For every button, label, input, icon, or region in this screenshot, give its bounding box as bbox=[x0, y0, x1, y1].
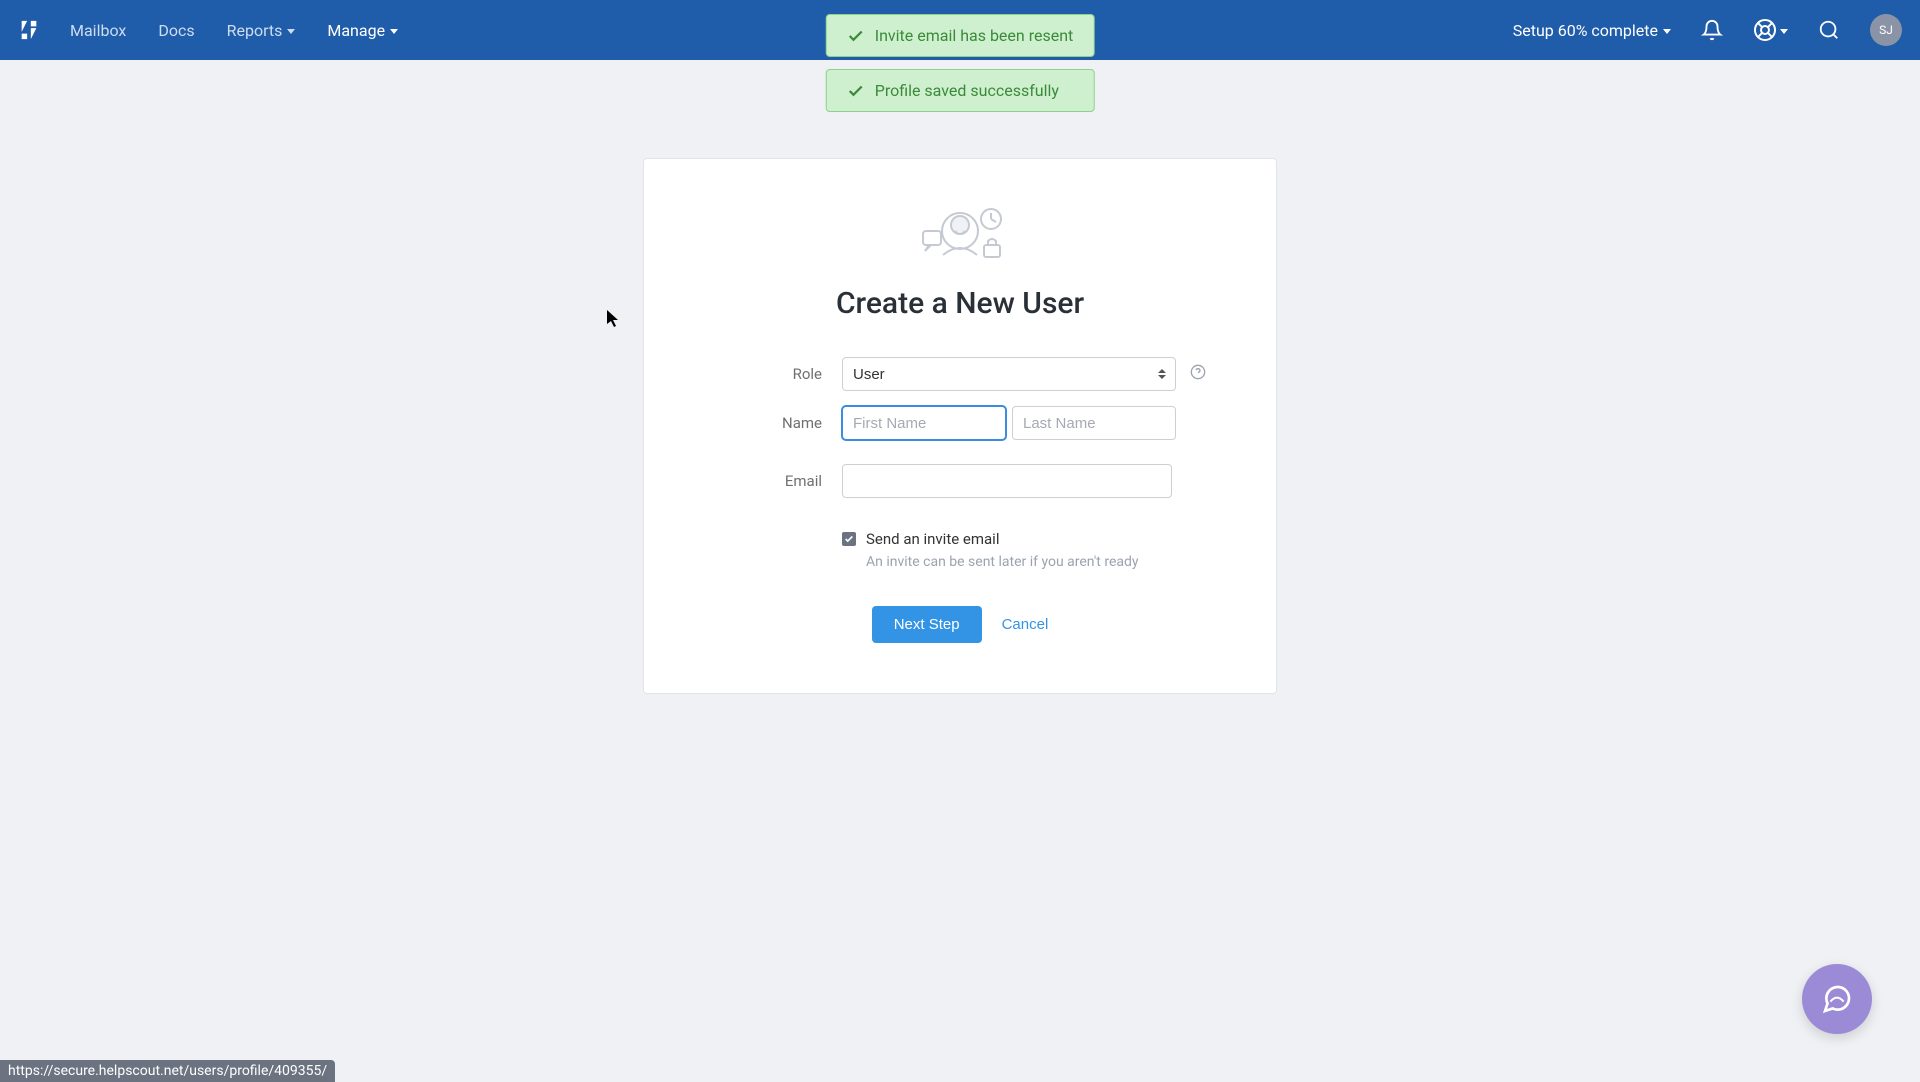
url-preview: https://secure.helpscout.net/users/profi… bbox=[0, 1060, 335, 1082]
card-title: Create a New User bbox=[694, 286, 1226, 321]
chevron-down-icon bbox=[1663, 29, 1671, 34]
check-icon bbox=[847, 27, 865, 45]
cancel-button[interactable]: Cancel bbox=[1002, 616, 1049, 633]
invite-checkbox[interactable] bbox=[842, 532, 856, 546]
button-row: Next Step Cancel bbox=[694, 606, 1226, 643]
logo-icon[interactable] bbox=[18, 19, 40, 41]
help-fab-button[interactable] bbox=[1802, 964, 1872, 1034]
nav-items: Mailbox Docs Reports Manage bbox=[70, 21, 398, 40]
check-icon bbox=[847, 82, 865, 100]
chevron-down-icon bbox=[1780, 29, 1788, 34]
toast-profile-saved: Profile saved successfully bbox=[826, 69, 1095, 112]
search-icon[interactable] bbox=[1818, 19, 1840, 41]
role-label: Role bbox=[694, 365, 842, 383]
invite-checkbox-row: Send an invite email An invite can be se… bbox=[694, 530, 1226, 570]
email-label: Email bbox=[694, 472, 842, 490]
help-icon[interactable] bbox=[1753, 18, 1788, 42]
cursor-icon bbox=[607, 310, 621, 332]
check-icon bbox=[844, 534, 854, 544]
role-row: Role User bbox=[694, 357, 1226, 391]
nav-manage[interactable]: Manage bbox=[327, 21, 398, 40]
user-illustration-icon bbox=[694, 203, 1226, 268]
chat-icon bbox=[1821, 983, 1853, 1015]
setup-status-dropdown[interactable]: Setup 60% complete bbox=[1513, 21, 1671, 40]
nav-mailbox[interactable]: Mailbox bbox=[70, 21, 126, 40]
create-user-card: Create a New User Role User Name bbox=[643, 158, 1277, 694]
topbar-right: Setup 60% complete bbox=[1513, 14, 1902, 46]
email-input[interactable] bbox=[842, 464, 1172, 498]
role-select[interactable]: User bbox=[842, 357, 1176, 391]
chevron-down-icon bbox=[390, 29, 398, 34]
nav-docs[interactable]: Docs bbox=[158, 21, 194, 40]
notifications-icon[interactable] bbox=[1701, 19, 1723, 41]
last-name-input[interactable] bbox=[1012, 406, 1176, 440]
name-row: Name bbox=[694, 406, 1226, 440]
invite-checkbox-label: Send an invite email bbox=[866, 530, 999, 548]
user-avatar[interactable]: SJ bbox=[1870, 14, 1902, 46]
toast-container: Invite email has been resent Profile sav… bbox=[826, 14, 1095, 112]
nav-reports[interactable]: Reports bbox=[227, 21, 296, 40]
invite-checkbox-hint: An invite can be sent later if you aren'… bbox=[842, 554, 1139, 570]
first-name-input[interactable] bbox=[842, 406, 1006, 440]
chevron-down-icon bbox=[287, 29, 295, 34]
email-row: Email bbox=[694, 464, 1226, 498]
name-label: Name bbox=[694, 414, 842, 432]
next-step-button[interactable]: Next Step bbox=[872, 606, 982, 643]
role-help-icon[interactable] bbox=[1190, 364, 1206, 384]
toast-invite-resent: Invite email has been resent bbox=[826, 14, 1095, 57]
